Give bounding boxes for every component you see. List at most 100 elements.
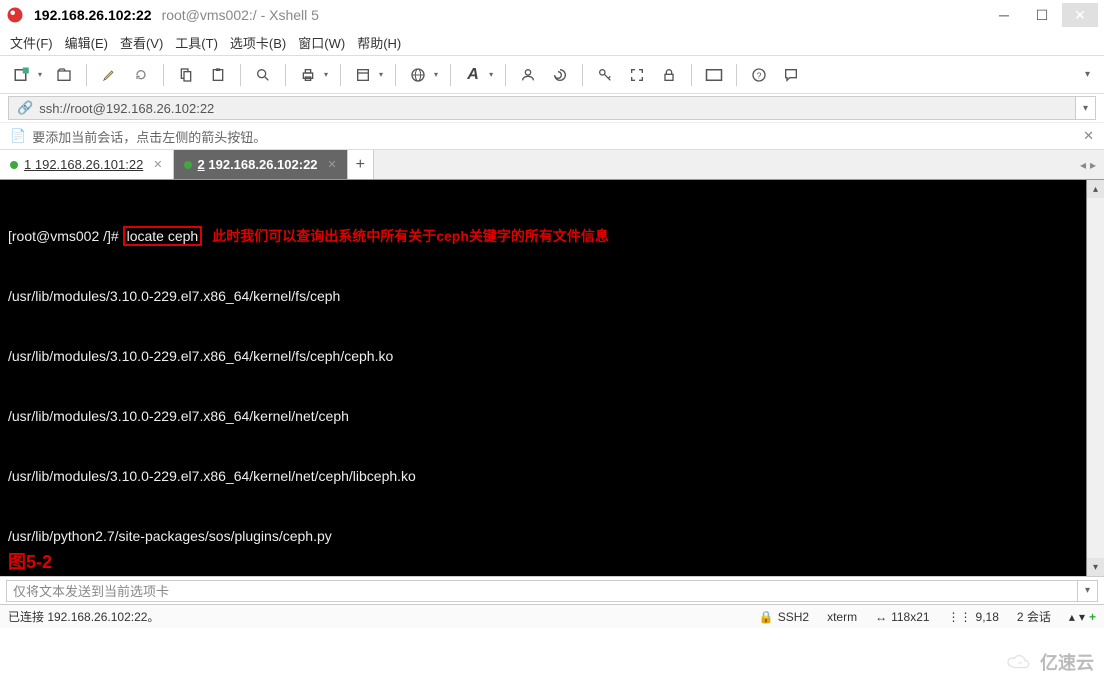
send-dropdown-icon[interactable]: ▾ (1078, 580, 1098, 602)
address-input[interactable]: 🔗 ssh://root@192.168.26.102:22 (8, 96, 1076, 120)
separator (736, 64, 737, 86)
status-dot-icon (10, 161, 18, 169)
status-dot-icon (184, 161, 192, 169)
terminal-line: [root@vms002 /]# locate ceph此时我们可以查询出系统中… (8, 226, 1078, 246)
status-nav: ▴ ▾ + (1069, 610, 1096, 624)
fullscreen-icon[interactable] (623, 61, 651, 89)
properties-icon[interactable] (349, 61, 377, 89)
terminal-line: /usr/lib/python2.7/site-packages/sos/plu… (8, 526, 1078, 546)
menubar: 文件(F) 编辑(E) 查看(V) 工具(T) 选项卡(B) 窗口(W) 帮助(… (0, 30, 1104, 56)
user-icon[interactable] (514, 61, 542, 89)
reconnect-icon[interactable] (127, 61, 155, 89)
print-icon[interactable] (294, 61, 322, 89)
menu-view[interactable]: 查看(V) (120, 33, 163, 52)
font-icon[interactable]: A (459, 61, 487, 89)
lock-icon[interactable] (655, 61, 683, 89)
window-controls: ─ ☐ ✕ (986, 3, 1098, 27)
status-protocol: 🔒 SSH2 (759, 610, 809, 624)
status-pos-text: 9,18 (976, 610, 999, 624)
separator (86, 64, 87, 86)
address-dropdown-icon[interactable]: ▾ (1076, 96, 1096, 120)
keyboard-icon[interactable] (700, 61, 728, 89)
separator (285, 64, 286, 86)
hint-text: 要添加当前会话，点击左侧的箭头按钮。 (32, 127, 266, 146)
scroll-track[interactable] (1087, 198, 1104, 558)
status-size-text: 118x21 (891, 610, 929, 624)
status-size: ↔ 118x21 (875, 610, 929, 624)
paste-icon[interactable] (204, 61, 232, 89)
tab-prev-icon[interactable]: ◂ (1080, 158, 1086, 172)
send-bar: 仅将文本发送到当前选项卡 ▾ (0, 576, 1104, 604)
nav-up-icon[interactable]: ▴ (1069, 610, 1075, 624)
annotation-text: 此时我们可以查询出系统中所有关于ceph关键字的所有文件信息 (212, 228, 609, 244)
tab-next-icon[interactable]: ▸ (1090, 158, 1096, 172)
tab-number: 1 (24, 157, 31, 172)
dropdown-icon[interactable]: ▾ (489, 70, 493, 79)
add-tab-button[interactable]: + (348, 150, 374, 179)
menu-tools[interactable]: 工具(T) (175, 33, 218, 52)
chat-icon[interactable] (777, 61, 805, 89)
toolbar: ▾ ▾ ▾ ▾ A▾ ? ▾ (0, 56, 1104, 94)
figure-label: 图5-2 (8, 552, 52, 572)
menu-edit[interactable]: 编辑(E) (65, 33, 108, 52)
minimize-button[interactable]: ─ (986, 3, 1022, 27)
status-right: 🔒SSH2 xterm ↔ 118x21 ⋮⋮ 9,18 2 会话 ▴ ▾ + (759, 608, 1096, 625)
copy-icon[interactable] (172, 61, 200, 89)
nav-down-icon[interactable]: ▾ (1079, 610, 1085, 624)
terminal-area: [root@vms002 /]# locate ceph此时我们可以查询出系统中… (0, 180, 1104, 576)
scroll-down-icon[interactable]: ▾ (1087, 558, 1104, 576)
tab-close-icon[interactable]: ✕ (153, 158, 162, 171)
help-icon[interactable]: ? (745, 61, 773, 89)
swirl-icon[interactable] (546, 61, 574, 89)
grid-icon: ⋮⋮ (948, 610, 972, 624)
address-text: ssh://root@192.168.26.102:22 (39, 101, 214, 116)
hint-bar: 📄 要添加当前会话，点击左侧的箭头按钮。 ✕ (0, 122, 1104, 150)
separator (505, 64, 506, 86)
prompt: [root@vms002 /]# (8, 228, 123, 244)
link-icon: 🔗 (17, 100, 33, 116)
toolbar-overflow-icon[interactable]: ▾ (1085, 69, 1096, 80)
maximize-button[interactable]: ☐ (1024, 3, 1060, 27)
lock-icon: 🔒 (759, 610, 774, 624)
open-session-icon[interactable] (50, 61, 78, 89)
dropdown-icon[interactable]: ▾ (379, 70, 383, 79)
separator (163, 64, 164, 86)
watermark: ∞ 亿速云 (1006, 649, 1094, 675)
separator (340, 64, 341, 86)
send-input[interactable]: 仅将文本发送到当前选项卡 (6, 580, 1078, 602)
new-session-icon[interactable] (8, 61, 36, 89)
app-icon (6, 6, 24, 24)
scroll-up-icon[interactable]: ▴ (1087, 180, 1104, 198)
statusbar: 已连接 192.168.26.102:22。 🔒SSH2 xterm ↔ 118… (0, 604, 1104, 628)
highlight-icon[interactable] (95, 61, 123, 89)
hint-close-icon[interactable]: ✕ (1083, 128, 1094, 144)
separator (691, 64, 692, 86)
dropdown-icon[interactable]: ▾ (434, 70, 438, 79)
svg-text:∞: ∞ (1018, 660, 1023, 667)
nav-add-icon[interactable]: + (1089, 610, 1096, 624)
watermark-text: 亿速云 (1040, 649, 1094, 675)
hint-arrow-icon[interactable]: 📄 (10, 128, 26, 144)
close-button[interactable]: ✕ (1062, 3, 1098, 27)
separator (450, 64, 451, 86)
tab-label: 192.168.26.102:22 (208, 157, 317, 172)
session-tab-1[interactable]: 1 192.168.26.101:22 ✕ (0, 150, 174, 179)
tab-close-icon[interactable]: ✕ (328, 158, 337, 171)
dropdown-icon[interactable]: ▾ (324, 70, 328, 79)
menu-window[interactable]: 窗口(W) (298, 33, 345, 52)
session-tab-2[interactable]: 2 192.168.26.102:22 ✕ (174, 150, 348, 179)
status-proto-text: SSH2 (778, 610, 809, 624)
search-icon[interactable] (249, 61, 277, 89)
dropdown-icon[interactable]: ▾ (38, 70, 42, 79)
terminal-line: /usr/lib/modules/3.10.0-229.el7.x86_64/k… (8, 406, 1078, 426)
menu-file[interactable]: 文件(F) (10, 33, 53, 52)
terminal[interactable]: [root@vms002 /]# locate ceph此时我们可以查询出系统中… (0, 180, 1086, 576)
menu-help[interactable]: 帮助(H) (357, 33, 401, 52)
key-icon[interactable] (591, 61, 619, 89)
terminal-scrollbar[interactable]: ▴ ▾ (1086, 180, 1104, 576)
session-tabs: 1 192.168.26.101:22 ✕ 2 192.168.26.102:2… (0, 150, 1104, 180)
status-term: xterm (827, 610, 857, 624)
menu-tabs[interactable]: 选项卡(B) (230, 33, 286, 52)
globe-icon[interactable] (404, 61, 432, 89)
tab-number: 2 (198, 157, 205, 172)
